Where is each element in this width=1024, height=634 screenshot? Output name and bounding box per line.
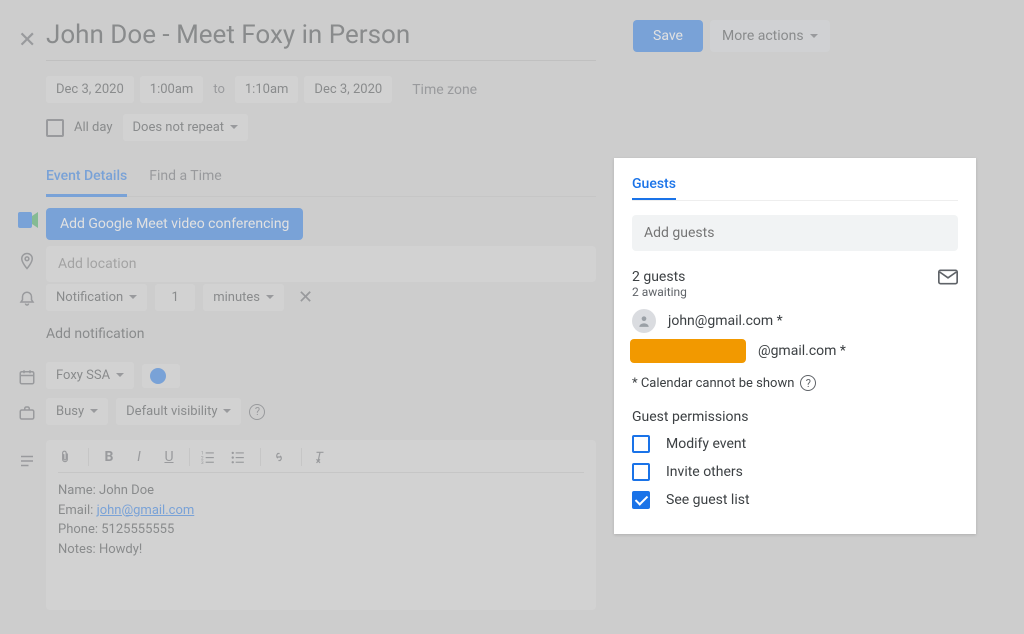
allday-label: All day <box>74 120 113 135</box>
end-time-chip[interactable]: 1:10am <box>235 76 299 103</box>
repeat-label: Does not repeat <box>133 120 225 135</box>
start-time-chip[interactable]: 1:00am <box>140 76 204 103</box>
end-date-chip[interactable]: Dec 3, 2020 <box>304 76 392 103</box>
clear-format-icon[interactable] <box>312 450 332 464</box>
chevron-down-icon <box>266 295 274 303</box>
chevron-down-icon <box>90 409 98 417</box>
calendar-dropdown[interactable]: Foxy SSA <box>46 362 134 389</box>
separator <box>88 448 89 466</box>
see-guest-list-checkbox[interactable] <box>632 491 650 509</box>
chevron-down-icon <box>223 409 231 417</box>
link-icon[interactable] <box>271 450 291 464</box>
underline-icon[interactable]: U <box>159 449 179 465</box>
guest-item[interactable]: @gmail.com * <box>632 339 958 363</box>
invite-others-label: Invite others <box>666 464 743 480</box>
bullet-list-icon[interactable] <box>230 450 250 464</box>
notification-unit-dropdown[interactable]: minutes <box>203 284 284 311</box>
numbered-list-icon[interactable]: 123 <box>200 450 220 464</box>
description-box[interactable]: B I U 123 Name: John Doe Email: john@gma… <box>46 440 596 610</box>
briefcase-icon <box>18 404 36 422</box>
remove-notification-icon[interactable]: ✕ <box>292 287 319 308</box>
separator <box>189 448 190 466</box>
separator <box>260 448 261 466</box>
bold-icon[interactable]: B <box>99 449 119 465</box>
add-notification-link[interactable]: Add notification <box>46 326 145 342</box>
notes-label: Notes: <box>58 542 96 557</box>
permissions-title: Guest permissions <box>632 409 958 425</box>
name-label: Name: <box>58 483 96 498</box>
tab-find-time[interactable]: Find a Time <box>149 168 222 196</box>
visibility-label: Default visibility <box>126 404 217 419</box>
guests-tab[interactable]: Guests <box>632 176 676 200</box>
email-value[interactable]: john@gmail.com <box>97 503 195 518</box>
notification-unit-label: minutes <box>213 290 260 305</box>
name-value: John Doe <box>99 483 154 498</box>
color-dot <box>150 368 166 384</box>
to-label: to <box>209 82 229 97</box>
chevron-down-icon <box>230 125 238 133</box>
tab-event-details[interactable]: Event Details <box>46 168 127 197</box>
text-icon <box>18 452 36 470</box>
notification-type-dropdown[interactable]: Notification <box>46 284 147 311</box>
notification-value-input[interactable]: 1 <box>155 284 195 311</box>
busy-dropdown[interactable]: Busy <box>46 398 108 425</box>
calendar-label: Foxy SSA <box>56 368 110 383</box>
description-content[interactable]: Name: John Doe Email: john@gmail.com Pho… <box>58 481 584 559</box>
guests-awaiting: 2 awaiting <box>632 285 687 299</box>
add-meet-button[interactable]: Add Google Meet video conferencing <box>46 208 303 240</box>
see-guest-list-label: See guest list <box>666 492 750 508</box>
svg-text:3: 3 <box>201 460 204 464</box>
chevron-down-icon <box>810 34 818 42</box>
timezone-link[interactable]: Time zone <box>412 82 477 98</box>
guests-count: 2 guests <box>632 269 687 285</box>
guest-email: john@gmail.com * <box>668 313 783 329</box>
more-actions-label: More actions <box>722 28 804 44</box>
save-button[interactable]: Save <box>633 20 703 52</box>
guest-email: @gmail.com * <box>758 343 846 359</box>
italic-icon[interactable]: I <box>129 449 149 465</box>
avatar-redacted <box>630 339 746 363</box>
attachment-icon[interactable] <box>58 449 78 465</box>
guest-item[interactable]: john@gmail.com * <box>632 309 958 333</box>
help-icon[interactable]: ? <box>800 375 816 391</box>
email-label: Email: <box>58 503 93 518</box>
event-title-input[interactable] <box>46 20 596 61</box>
phone-value: 5125555555 <box>101 522 174 537</box>
visibility-dropdown[interactable]: Default visibility <box>116 398 241 425</box>
color-dropdown[interactable] <box>142 364 180 388</box>
help-icon[interactable]: ? <box>249 404 265 420</box>
calendar-note: * Calendar cannot be shown <box>632 376 794 391</box>
modify-event-label: Modify event <box>666 436 746 452</box>
location-input[interactable] <box>46 246 596 282</box>
notes-value: Howdy! <box>99 542 142 557</box>
busy-label: Busy <box>56 404 84 419</box>
close-icon[interactable]: ✕ <box>18 28 36 53</box>
avatar <box>632 309 656 333</box>
envelope-icon[interactable] <box>938 269 958 309</box>
meet-icon <box>18 212 38 228</box>
chevron-down-icon <box>129 295 137 303</box>
notification-type-label: Notification <box>56 290 123 305</box>
calendar-icon <box>18 368 36 386</box>
guests-panel: Guests 2 guests 2 awaiting john@gmail.co… <box>614 158 976 534</box>
bell-icon <box>18 290 36 308</box>
repeat-dropdown[interactable]: Does not repeat <box>123 114 249 141</box>
start-date-chip[interactable]: Dec 3, 2020 <box>46 76 134 103</box>
invite-others-checkbox[interactable] <box>632 463 650 481</box>
separator <box>301 448 302 466</box>
phone-label: Phone: <box>58 522 98 537</box>
more-actions-button[interactable]: More actions <box>710 20 830 52</box>
location-icon <box>18 252 36 270</box>
add-guests-input[interactable] <box>632 215 958 251</box>
allday-checkbox[interactable] <box>46 119 64 137</box>
modify-event-checkbox[interactable] <box>632 435 650 453</box>
chevron-down-icon <box>116 373 124 381</box>
